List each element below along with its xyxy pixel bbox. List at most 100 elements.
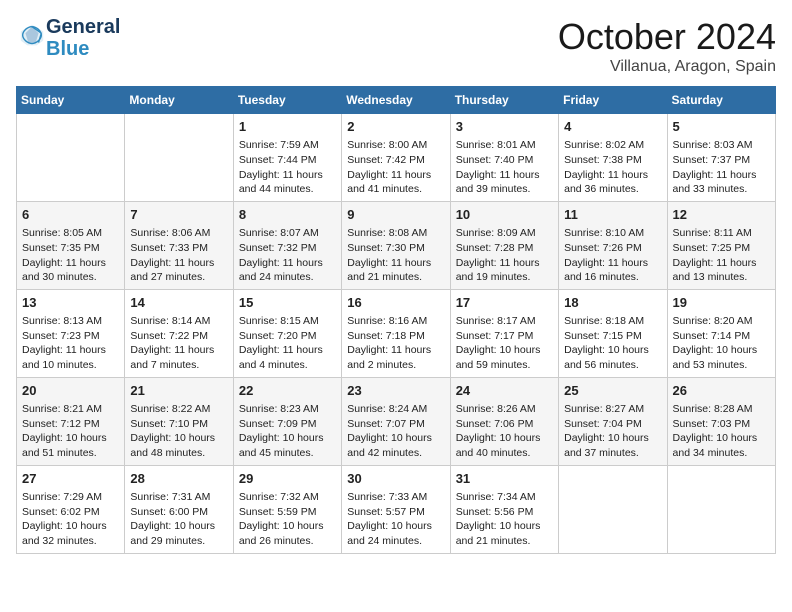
day-number: 13 (22, 294, 119, 312)
day-number: 19 (673, 294, 770, 312)
day-detail: Sunrise: 7:32 AM Sunset: 5:59 PM Dayligh… (239, 490, 336, 549)
day-detail: Sunrise: 8:06 AM Sunset: 7:33 PM Dayligh… (130, 226, 227, 285)
day-number: 30 (347, 470, 444, 488)
calendar-cell: 1 Sunrise: 7:59 AM Sunset: 7:44 PM Daylig… (233, 114, 341, 202)
day-detail: Sunrise: 7:33 AM Sunset: 5:57 PM Dayligh… (347, 490, 444, 549)
day-detail: Sunrise: 8:13 AM Sunset: 7:23 PM Dayligh… (22, 314, 119, 373)
day-number: 14 (130, 294, 227, 312)
logo-icon (18, 22, 46, 50)
calendar-cell: 26Sunrise: 8:28 AM Sunset: 7:03 PM Dayli… (667, 377, 775, 465)
day-number: 20 (22, 382, 119, 400)
calendar-cell: 30 Sunrise: 7:33 AM Sunset: 5:57 PM Dayli… (342, 465, 450, 553)
page-header: GeneralBlue October 2024 Villanua, Arago… (16, 16, 776, 76)
day-number: 31 (456, 470, 553, 488)
day-detail: Sunrise: 8:03 AM Sunset: 7:37 PM Dayligh… (673, 138, 770, 197)
day-number: 21 (130, 382, 227, 400)
day-number: 15 (239, 294, 336, 312)
calendar-cell: 20 Sunrise: 8:21 AM Sunset: 7:12 PM Dayli… (17, 377, 125, 465)
calendar-cell (559, 465, 667, 553)
day-detail: Sunrise: 8:07 AM Sunset: 7:32 PM Dayligh… (239, 226, 336, 285)
location-subtitle: Villanua, Aragon, Spain (558, 58, 776, 76)
calendar-cell: 25Sunrise: 8:27 AM Sunset: 7:04 PM Dayli… (559, 377, 667, 465)
day-number: 9 (347, 206, 444, 224)
calendar-cell: 6 Sunrise: 8:05 AM Sunset: 7:35 PM Daylig… (17, 201, 125, 289)
day-detail: Sunrise: 7:29 AM Sunset: 6:02 PM Dayligh… (22, 490, 119, 549)
calendar-week-row: 13 Sunrise: 8:13 AM Sunset: 7:23 PM Dayli… (17, 289, 776, 377)
day-number: 1 (239, 118, 336, 136)
day-detail: Sunrise: 8:14 AM Sunset: 7:22 PM Dayligh… (130, 314, 227, 373)
calendar-week-row: 6 Sunrise: 8:05 AM Sunset: 7:35 PM Daylig… (17, 201, 776, 289)
day-number: 26 (673, 382, 770, 400)
day-number: 17 (456, 294, 553, 312)
day-detail: Sunrise: 8:11 AM Sunset: 7:25 PM Dayligh… (673, 226, 770, 285)
day-detail: Sunrise: 8:23 AM Sunset: 7:09 PM Dayligh… (239, 402, 336, 461)
calendar-cell: 7 Sunrise: 8:06 AM Sunset: 7:33 PM Daylig… (125, 201, 233, 289)
weekday-header-friday: Friday (559, 87, 667, 114)
day-detail: Sunrise: 8:15 AM Sunset: 7:20 PM Dayligh… (239, 314, 336, 373)
calendar-cell: 13 Sunrise: 8:13 AM Sunset: 7:23 PM Dayli… (17, 289, 125, 377)
day-detail: Sunrise: 8:17 AM Sunset: 7:17 PM Dayligh… (456, 314, 553, 373)
day-detail: Sunrise: 8:21 AM Sunset: 7:12 PM Dayligh… (22, 402, 119, 461)
calendar-cell (17, 114, 125, 202)
calendar-week-row: 27Sunrise: 7:29 AM Sunset: 6:02 PM Dayli… (17, 465, 776, 553)
day-detail: Sunrise: 8:18 AM Sunset: 7:15 PM Dayligh… (564, 314, 661, 373)
calendar-cell: 18Sunrise: 8:18 AM Sunset: 7:15 PM Dayli… (559, 289, 667, 377)
calendar-week-row: 1 Sunrise: 7:59 AM Sunset: 7:44 PM Daylig… (17, 114, 776, 202)
calendar-cell: 23Sunrise: 8:24 AM Sunset: 7:07 PM Dayli… (342, 377, 450, 465)
title-block: October 2024 Villanua, Aragon, Spain (558, 16, 776, 76)
day-number: 7 (130, 206, 227, 224)
calendar-cell: 12 Sunrise: 8:11 AM Sunset: 7:25 PM Dayli… (667, 201, 775, 289)
calendar-cell: 16 Sunrise: 8:16 AM Sunset: 7:18 PM Dayli… (342, 289, 450, 377)
calendar-cell: 14 Sunrise: 8:14 AM Sunset: 7:22 PM Dayli… (125, 289, 233, 377)
calendar-cell: 17 Sunrise: 8:17 AM Sunset: 7:17 PM Dayli… (450, 289, 558, 377)
day-number: 6 (22, 206, 119, 224)
day-detail: Sunrise: 8:05 AM Sunset: 7:35 PM Dayligh… (22, 226, 119, 285)
calendar-cell: 5 Sunrise: 8:03 AM Sunset: 7:37 PM Daylig… (667, 114, 775, 202)
day-detail: Sunrise: 8:01 AM Sunset: 7:40 PM Dayligh… (456, 138, 553, 197)
day-detail: Sunrise: 8:26 AM Sunset: 7:06 PM Dayligh… (456, 402, 553, 461)
day-number: 16 (347, 294, 444, 312)
day-detail: Sunrise: 8:16 AM Sunset: 7:18 PM Dayligh… (347, 314, 444, 373)
day-number: 5 (673, 118, 770, 136)
calendar-cell: 27Sunrise: 7:29 AM Sunset: 6:02 PM Dayli… (17, 465, 125, 553)
weekday-header-row: SundayMondayTuesdayWednesdayThursdayFrid… (17, 87, 776, 114)
calendar-cell: 21 Sunrise: 8:22 AM Sunset: 7:10 PM Dayli… (125, 377, 233, 465)
calendar-cell: 31 Sunrise: 7:34 AM Sunset: 5:56 PM Dayli… (450, 465, 558, 553)
calendar-cell: 19 Sunrise: 8:20 AM Sunset: 7:14 PM Dayli… (667, 289, 775, 377)
weekday-header-tuesday: Tuesday (233, 87, 341, 114)
day-detail: Sunrise: 8:08 AM Sunset: 7:30 PM Dayligh… (347, 226, 444, 285)
month-title: October 2024 (558, 16, 776, 58)
day-detail: Sunrise: 7:34 AM Sunset: 5:56 PM Dayligh… (456, 490, 553, 549)
day-number: 22 (239, 382, 336, 400)
calendar-cell: 11Sunrise: 8:10 AM Sunset: 7:26 PM Dayli… (559, 201, 667, 289)
calendar-cell: 2 Sunrise: 8:00 AM Sunset: 7:42 PM Daylig… (342, 114, 450, 202)
calendar-cell (667, 465, 775, 553)
day-detail: Sunrise: 7:31 AM Sunset: 6:00 PM Dayligh… (130, 490, 227, 549)
calendar-cell: 22 Sunrise: 8:23 AM Sunset: 7:09 PM Dayli… (233, 377, 341, 465)
calendar-cell: 3Sunrise: 8:01 AM Sunset: 7:40 PM Daylig… (450, 114, 558, 202)
calendar-cell: 10 Sunrise: 8:09 AM Sunset: 7:28 PM Dayli… (450, 201, 558, 289)
day-detail: Sunrise: 8:10 AM Sunset: 7:26 PM Dayligh… (564, 226, 661, 285)
calendar-cell: 15 Sunrise: 8:15 AM Sunset: 7:20 PM Dayli… (233, 289, 341, 377)
day-number: 24 (456, 382, 553, 400)
day-number: 12 (673, 206, 770, 224)
day-number: 25 (564, 382, 661, 400)
weekday-header-wednesday: Wednesday (342, 87, 450, 114)
day-number: 29 (239, 470, 336, 488)
weekday-header-saturday: Saturday (667, 87, 775, 114)
day-detail: Sunrise: 8:09 AM Sunset: 7:28 PM Dayligh… (456, 226, 553, 285)
calendar-cell: 28 Sunrise: 7:31 AM Sunset: 6:00 PM Dayli… (125, 465, 233, 553)
day-number: 10 (456, 206, 553, 224)
calendar-cell: 9 Sunrise: 8:08 AM Sunset: 7:30 PM Daylig… (342, 201, 450, 289)
calendar-table: SundayMondayTuesdayWednesdayThursdayFrid… (16, 86, 776, 554)
day-detail: Sunrise: 7:59 AM Sunset: 7:44 PM Dayligh… (239, 138, 336, 197)
calendar-cell (125, 114, 233, 202)
day-number: 28 (130, 470, 227, 488)
day-number: 2 (347, 118, 444, 136)
day-detail: Sunrise: 8:24 AM Sunset: 7:07 PM Dayligh… (347, 402, 444, 461)
calendar-week-row: 20 Sunrise: 8:21 AM Sunset: 7:12 PM Dayli… (17, 377, 776, 465)
day-detail: Sunrise: 8:22 AM Sunset: 7:10 PM Dayligh… (130, 402, 227, 461)
day-detail: Sunrise: 8:20 AM Sunset: 7:14 PM Dayligh… (673, 314, 770, 373)
day-detail: Sunrise: 8:00 AM Sunset: 7:42 PM Dayligh… (347, 138, 444, 197)
calendar-cell: 24 Sunrise: 8:26 AM Sunset: 7:06 PM Dayli… (450, 377, 558, 465)
